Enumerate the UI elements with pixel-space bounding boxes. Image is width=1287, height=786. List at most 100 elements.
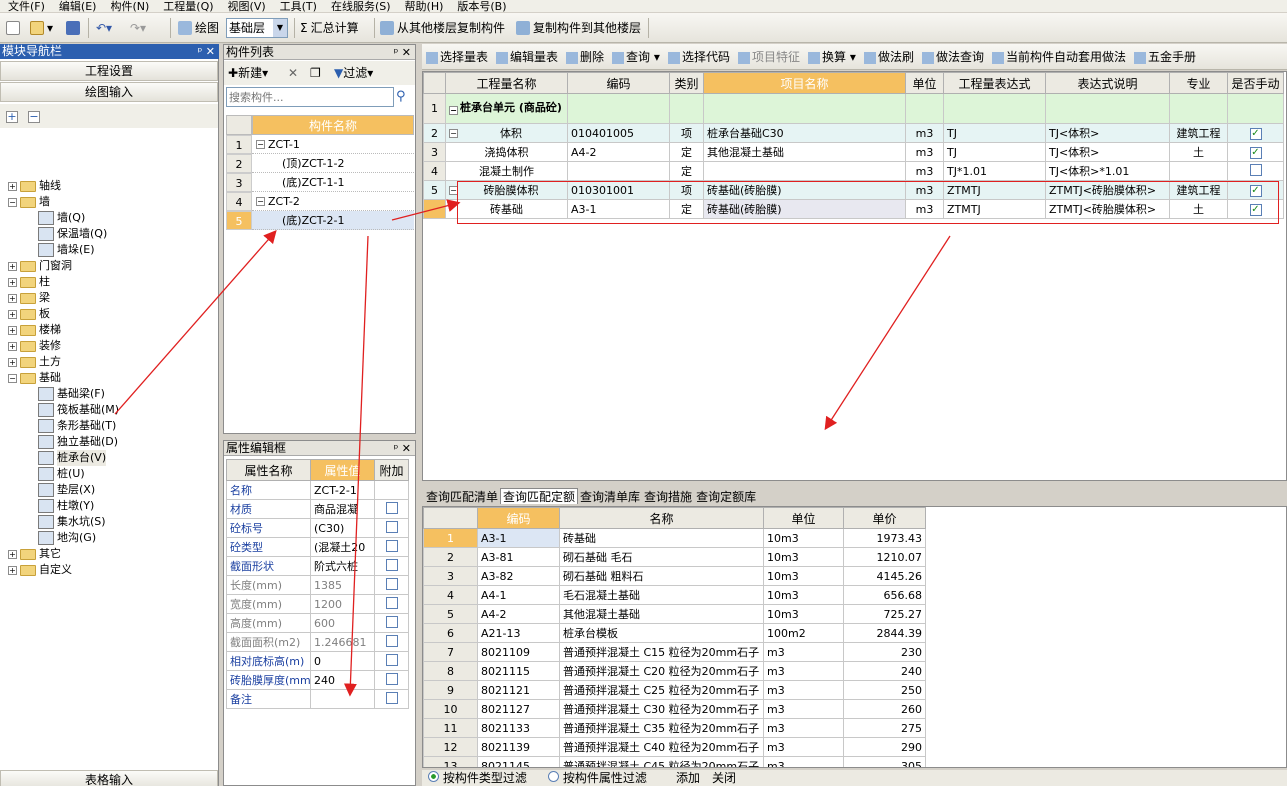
quota-row[interactable]: 5 A4-2 其他混凝土基础 10m3 725.27 [423,604,926,624]
tree-item[interactable]: 保温墙(Q) [38,226,107,242]
quantity-desc-cell[interactable]: ZTMTJ<砖胎膜体积> [1045,180,1170,200]
quota-row[interactable]: 9 8021121 普通预拌混凝土 C25 粒径为20mm石子 m3 250 [423,680,926,700]
quantity-name-cell[interactable]: − 桩承台单元 (商品砼) [445,93,568,124]
new-file-icon[interactable] [6,19,20,37]
toolbar-button[interactable]: 五金手册 [1134,44,1196,70]
collapse-icon[interactable]: − [449,106,458,115]
query-tab[interactable]: 查询匹配清单 [424,489,500,505]
checkbox[interactable] [385,596,398,609]
property-row[interactable]: 砼标号 (C30) [226,518,409,538]
property-value[interactable]: 240 [310,670,375,690]
tree-item[interactable]: − 基础 [8,370,61,386]
quantity-chk-cell[interactable] [1227,161,1284,181]
checkbox[interactable] [385,634,398,647]
tree-item[interactable]: − 墙 [8,194,50,210]
tree-item[interactable]: + 自定义 [8,562,72,578]
copy-to-floor-button[interactable]: 复制构件到其他楼层 [516,19,641,37]
quantity-cat-cell[interactable]: 定 [669,142,704,162]
tree-item[interactable]: 柱墩(Y) [38,498,94,514]
expand-icon[interactable]: + [8,277,17,287]
quantity-expr-cell[interactable]: TJ [943,142,1046,162]
expand-icon[interactable]: + [8,357,17,367]
property-value[interactable]: (C30) [310,518,375,538]
tree-item[interactable]: + 门窗洞 [8,258,72,274]
quantity-row[interactable]: 2− 体积 010401005 项 桩承台基础C30 m3 TJ TJ<体积> 建筑工程 ✓ [423,123,1284,143]
save-icon[interactable] [66,19,80,37]
property-value[interactable]: (混凝土20 [310,537,375,557]
expand-all-icon[interactable]: + [6,111,18,123]
toolbar-button[interactable]: 选择代码 [668,44,730,70]
search-icon[interactable]: ⚲ [396,89,406,104]
quantity-chk-cell[interactable]: ✓ [1227,142,1284,162]
quantity-major-cell[interactable]: 建筑工程 [1169,123,1228,143]
property-row[interactable]: 名称 ZCT-2-1 [226,480,409,500]
quota-row[interactable]: 8 8021115 普通预拌混凝土 C20 粒径为20mm石子 m3 240 [423,661,926,681]
property-row[interactable]: 截面面积(m2) 1.246681 [226,632,409,652]
quantity-expr-cell[interactable]: TJ [943,123,1046,143]
tree-item[interactable]: 筏板基础(M) [38,402,119,418]
delete-icon[interactable]: ✕ [288,61,298,85]
menu-item[interactable]: 编辑(E) [59,1,97,12]
quota-row[interactable]: 3 A3-82 砌石基础 粗料石 10m3 4145.26 [423,566,926,586]
menu-item[interactable]: 视图(V) [228,1,266,12]
component-row[interactable]: 2 (顶)ZCT-1-2 [226,154,414,173]
query-tab[interactable]: 查询定额库 [694,489,758,505]
toolbar-button[interactable]: 选择量表 [426,44,488,70]
tree-item[interactable]: 地沟(G) [38,530,96,546]
quantity-desc-cell[interactable]: ZTMTJ<砖胎膜体积> [1045,199,1170,219]
menu-item[interactable]: 文件(F) [8,1,45,12]
quantity-unit-cell[interactable]: m3 [905,199,944,219]
quantity-item-cell[interactable]: 桩承台基础C30 [703,123,906,143]
quantity-expr-cell[interactable]: TJ*1.01 [943,161,1046,181]
drawing-input-button[interactable]: 绘图输入 [0,82,218,102]
manual-checkbox[interactable]: ✓ [1249,128,1262,140]
expand-icon[interactable]: + [8,261,17,271]
property-row[interactable]: 长度(mm) 1385 [226,575,409,595]
quantity-name-cell[interactable]: 砖基础 [445,199,568,219]
tree-item[interactable]: + 板 [8,306,50,322]
quantity-code-cell[interactable]: A3-1 [567,199,670,219]
copy-component-icon[interactable]: ❐ [310,61,321,85]
toolbar-button[interactable]: 删除 [566,44,604,70]
undo-icon[interactable]: ↶▾ [96,19,112,37]
expand-icon[interactable]: + [8,325,17,335]
quantity-unit-cell[interactable]: m3 [905,123,944,143]
quota-row[interactable]: 11 8021133 普通预拌混凝土 C35 粒径为20mm石子 m3 275 [423,718,926,738]
quantity-cat-cell[interactable]: 项 [669,180,704,200]
property-value[interactable]: 1385 [310,575,375,595]
property-value[interactable]: 0 [310,651,375,671]
project-settings-button[interactable]: 工程设置 [0,61,218,81]
quantity-unit-cell[interactable]: m3 [905,142,944,162]
sum-button[interactable]: Σ 汇总计算 [300,19,359,37]
quota-row[interactable]: 6 A21-13 桩承台模板 100m2 2844.39 [423,623,926,643]
quantity-name-cell[interactable]: 混凝土制作 [445,161,568,181]
quantity-row[interactable]: 砖基础 A3-1 定 砖基础(砖胎膜) m3 ZTMTJ ZTMTJ<砖胎膜体积> 土 ✓ [423,199,1284,219]
collapse-icon[interactable]: − [8,373,17,383]
menu-item[interactable]: 工具(T) [280,1,317,12]
new-component-button[interactable]: ✚新建▾ [228,61,268,85]
quantity-unit-cell[interactable]: m3 [905,180,944,200]
collapse-icon[interactable]: − [449,129,458,138]
collapse-icon[interactable]: − [256,139,265,149]
menu-item[interactable]: 构件(N) [110,1,149,12]
filter-by-type-radio[interactable]: 按构件类型过滤 [428,770,527,786]
tree-item[interactable]: 基础梁(F) [38,386,105,402]
pin-close-icon[interactable]: ᵖ ✕ [394,45,411,60]
quantity-name-cell[interactable]: 浇捣体积 [445,142,568,162]
quantity-row[interactable]: 1− 桩承台单元 (商品砼) [423,93,1284,124]
quota-row[interactable]: 10 8021127 普通预拌混凝土 C30 粒径为20mm石子 m3 260 [423,699,926,719]
property-value[interactable]: 1.246681 [310,632,375,652]
expand-icon[interactable]: + [8,293,17,303]
quantity-major-cell[interactable]: 建筑工程 [1169,180,1228,200]
quantity-code-cell[interactable] [567,161,670,181]
quota-row[interactable]: 4 A4-1 毛石混凝土基础 10m3 656.68 [423,585,926,605]
manual-checkbox[interactable]: ✓ [1249,185,1262,197]
quantity-expr-cell[interactable]: ZTMTJ [943,180,1046,200]
quantity-desc-cell[interactable]: TJ<体积> [1045,123,1170,143]
component-search-input[interactable] [226,87,394,107]
collapse-icon[interactable]: − [8,197,17,207]
close-button[interactable]: 关闭 [712,770,736,786]
quota-row[interactable]: 7 8021109 普通预拌混凝土 C15 粒径为20mm石子 m3 230 [423,642,926,662]
quantity-name-cell[interactable]: − 砖胎膜体积 [445,180,568,200]
component-row[interactable]: 4− ZCT-2 [226,192,414,211]
